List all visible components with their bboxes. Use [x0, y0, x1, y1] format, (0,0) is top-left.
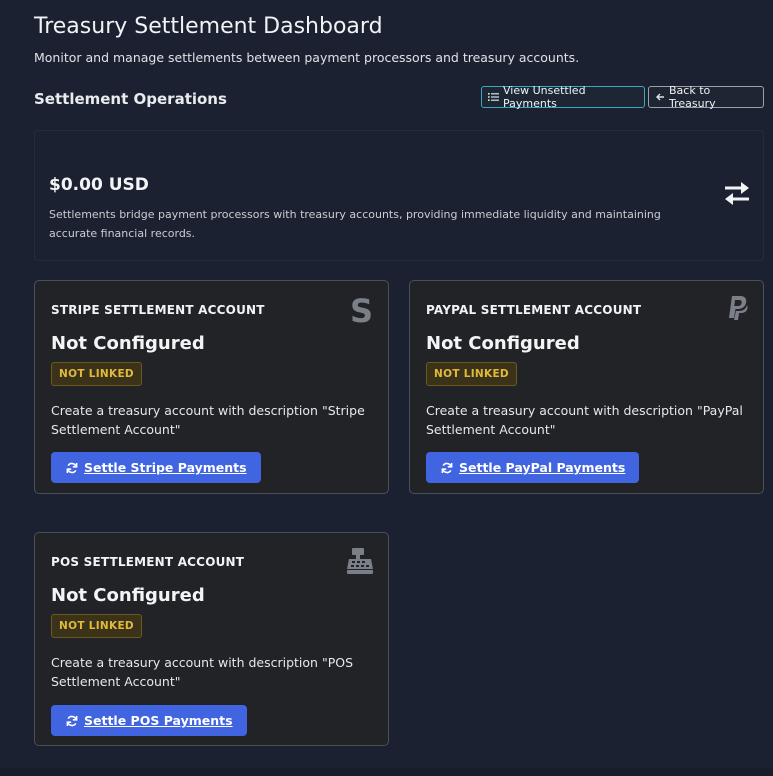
- card-description: Create a treasury account with descripti…: [51, 403, 365, 437]
- back-to-treasury-label: Back to Treasury: [669, 84, 716, 110]
- settle-pos-button[interactable]: Settle POS Payments: [51, 705, 247, 736]
- card-title: STRIPE SETTLEMENT ACCOUNT: [51, 303, 265, 317]
- account-status: Not Configured: [426, 333, 580, 354]
- refresh-icon: [66, 462, 78, 473]
- settle-paypal-button[interactable]: Settle PayPal Payments: [426, 452, 640, 483]
- section-title: Settlement Operations: [34, 90, 227, 108]
- stripe-icon: S: [350, 295, 373, 325]
- status-badge: NOT LINKED: [51, 614, 142, 638]
- exchange-arrows-icon: [725, 182, 749, 205]
- card-description: Create a treasury account with descripti…: [426, 403, 743, 437]
- paypal-icon: [729, 296, 748, 320]
- view-unsettled-payments-button[interactable]: View Unsettled Payments: [481, 84, 645, 110]
- card-title: POS SETTLEMENT ACCOUNT: [51, 555, 245, 569]
- list-icon: [488, 93, 499, 101]
- status-badge: NOT LINKED: [426, 362, 517, 386]
- pos-settlement-card: POS SETTLEMENT ACCOUNT Not Configured NO…: [34, 532, 389, 746]
- card-description: Create a treasury account with descripti…: [51, 655, 354, 689]
- settle-stripe-label: Settle Stripe Payments: [84, 460, 247, 475]
- paypal-settlement-card: PAYPAL SETTLEMENT ACCOUNT Not Configured…: [409, 280, 764, 494]
- settlement-summary-panel: $0.00 USD Settlements bridge payment pro…: [34, 130, 764, 261]
- page-subtitle: Monitor and manage settlements between p…: [34, 50, 580, 65]
- view-unsettled-payments-label: View Unsettled Payments: [503, 84, 586, 110]
- settle-paypal-label: Settle PayPal Payments: [459, 460, 626, 475]
- page-footer-edge: [0, 768, 773, 776]
- svg-text:S: S: [350, 295, 373, 325]
- status-badge: NOT LINKED: [51, 362, 142, 386]
- arrow-left-icon: [656, 93, 664, 101]
- refresh-icon: [441, 462, 453, 473]
- refresh-icon: [66, 715, 78, 726]
- total-amount: $0.00 USD: [49, 175, 149, 195]
- cash-register-icon: [347, 548, 373, 574]
- settle-stripe-button[interactable]: Settle Stripe Payments: [51, 452, 261, 483]
- card-title: PAYPAL SETTLEMENT ACCOUNT: [426, 303, 642, 317]
- account-status: Not Configured: [51, 585, 205, 606]
- page-title: Treasury Settlement Dashboard: [34, 14, 383, 39]
- stripe-settlement-card: STRIPE SETTLEMENT ACCOUNT S Not Configur…: [34, 280, 389, 494]
- settle-pos-label: Settle POS Payments: [84, 713, 233, 728]
- back-to-treasury-button[interactable]: Back to Treasury: [648, 84, 764, 110]
- summary-description: Settlements bridge payment processors wi…: [49, 208, 661, 240]
- account-status: Not Configured: [51, 333, 205, 354]
